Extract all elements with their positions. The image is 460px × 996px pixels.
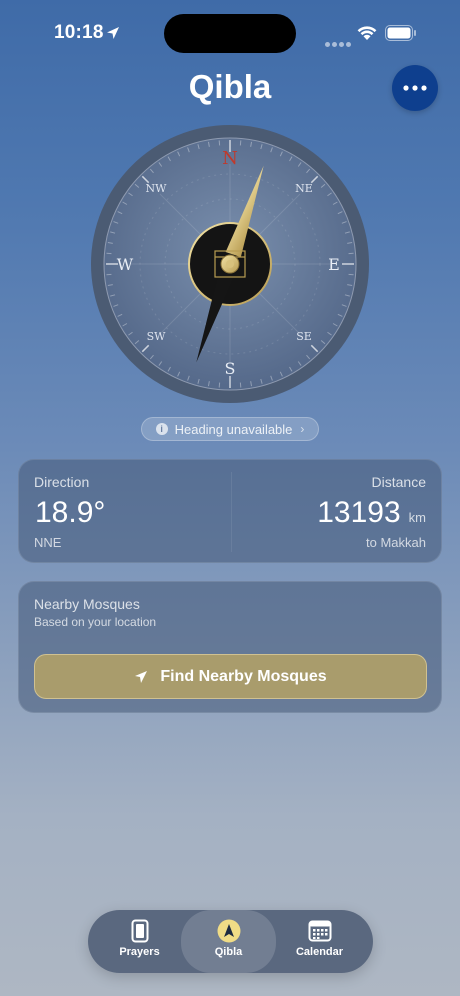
dynamic-island: [164, 14, 296, 53]
chevron-right-icon: ›: [300, 422, 305, 436]
location-arrow-icon: [107, 27, 119, 39]
phone-icon: [131, 919, 148, 943]
tab-calendar-label: Calendar: [295, 946, 344, 958]
heading-status-text: Heading unavailable: [174, 421, 293, 437]
direction-label: Direction: [34, 474, 90, 490]
wifi-icon: [357, 26, 377, 40]
status-bar: 10:18: [0, 0, 460, 60]
more-options-button[interactable]: [392, 65, 438, 111]
status-time: 10:18: [54, 22, 104, 43]
tab-calendar[interactable]: Calendar: [272, 910, 367, 973]
mosques-title: Nearby Mosques: [34, 596, 140, 612]
tab-qibla-label: Qibla: [214, 946, 243, 958]
distance-unit: km: [408, 510, 426, 525]
calendar-icon: [308, 920, 331, 942]
card-divider: [231, 472, 232, 552]
tab-prayers[interactable]: Prayers: [92, 910, 187, 973]
mosques-subtitle: Based on your location: [34, 615, 157, 629]
tab-qibla[interactable]: Qibla: [181, 910, 276, 973]
distance-readout: 13193 km: [317, 496, 426, 530]
direction-value: 18.9°: [35, 496, 106, 529]
heading-status-pill[interactable]: i Heading unavailable ›: [141, 417, 319, 441]
cardinal-se: SE: [296, 330, 312, 343]
find-nearby-mosques-button[interactable]: Find Nearby Mosques: [34, 654, 427, 699]
cardinal-ne: NE: [295, 182, 313, 195]
cardinal-sw: SW: [147, 330, 167, 343]
distance-value: 13193: [317, 496, 401, 529]
cardinal-s: S: [225, 359, 236, 378]
distance-label: Distance: [371, 474, 426, 490]
direction-compass-point: NNE: [34, 535, 62, 550]
cardinal-n: N: [222, 148, 238, 169]
page-title: Qibla: [188, 68, 272, 105]
cellular-signal-icon: [325, 34, 353, 52]
cardinal-nw: NW: [146, 182, 168, 195]
location-arrow-icon: [135, 670, 148, 683]
find-nearby-mosques-label: Find Nearby Mosques: [160, 667, 327, 685]
cardinal-e: E: [328, 255, 340, 274]
qibla-compass: N E S W NE SE SW NW: [91, 125, 369, 403]
tab-prayers-label: Prayers: [119, 946, 160, 958]
tab-bar: Prayers Qibla Calendar: [88, 910, 373, 973]
compass-arrow-icon: [217, 919, 240, 943]
cardinal-w: W: [117, 255, 134, 274]
nearby-mosques-card: Nearby Mosques Based on your location Fi…: [18, 581, 442, 713]
direction-distance-card: Direction 18.9° NNE Distance 13193 km to…: [18, 459, 442, 563]
ellipsis-icon: [403, 85, 427, 91]
distance-target: to Makkah: [366, 535, 426, 550]
info-icon: i: [155, 423, 168, 435]
battery-icon: [385, 25, 416, 41]
